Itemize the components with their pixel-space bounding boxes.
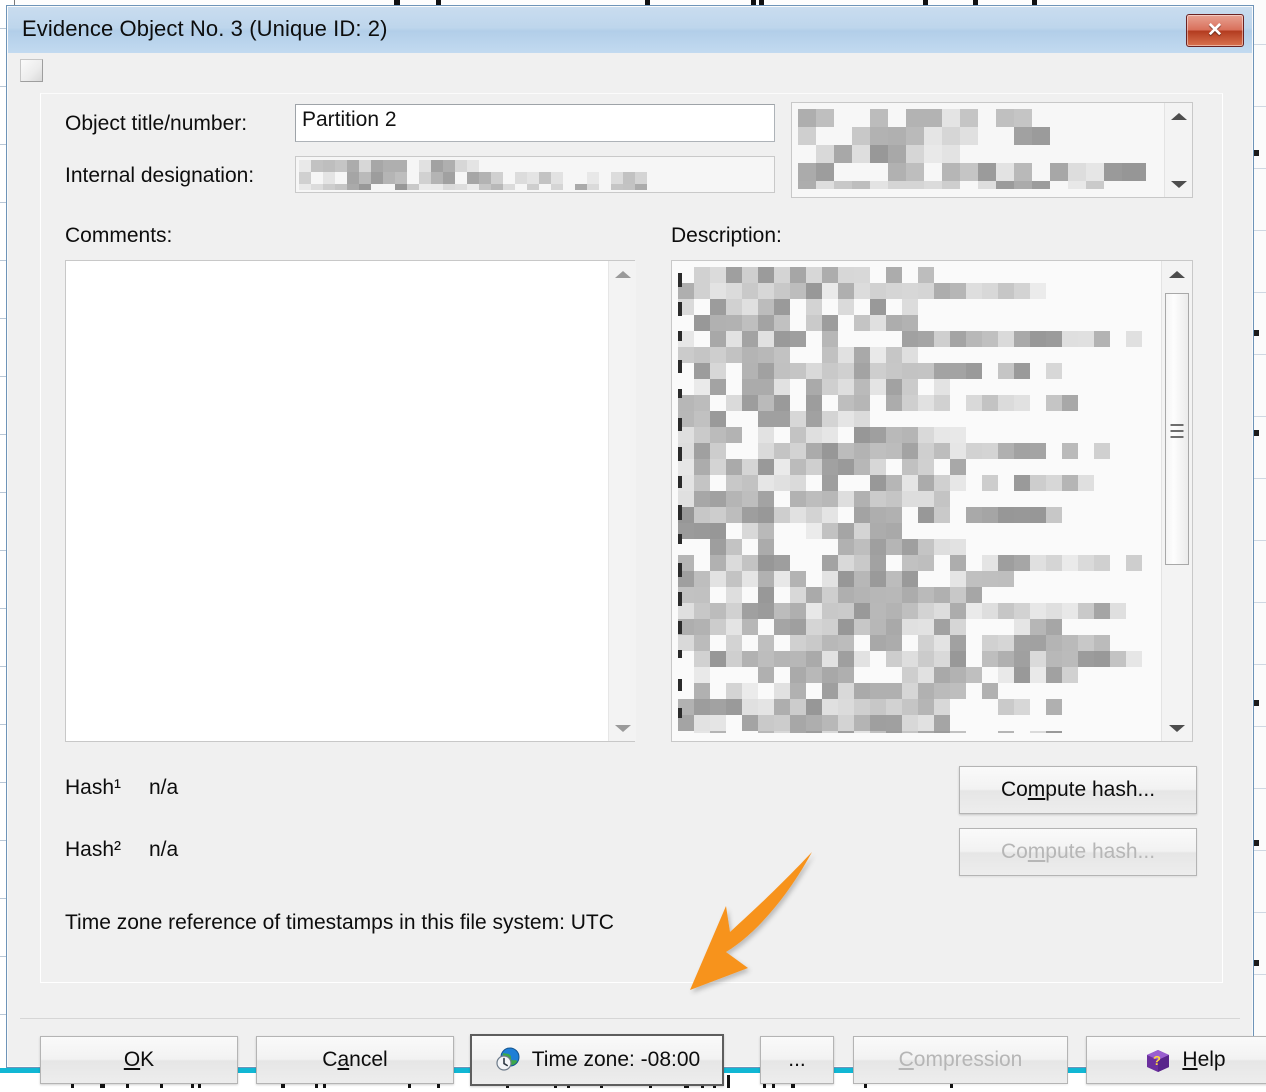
redacted-text (678, 267, 1146, 733)
timezone-reference-note: Time zone reference of timestamps in thi… (65, 911, 614, 934)
globe-clock-icon (494, 1047, 522, 1073)
dialog-client-area: Object title/number: Partition 2 Interna… (8, 53, 1266, 1086)
svg-text:?: ? (1153, 1053, 1161, 1068)
window-title: Evidence Object No. 3 (Unique ID: 2) (22, 16, 388, 41)
comments-textarea[interactable] (65, 260, 635, 742)
metadata-panel[interactable] (791, 102, 1193, 198)
hash2-label: Hash² (65, 838, 122, 861)
internal-designation-label: Internal designation: (65, 164, 255, 187)
scroll-down-button[interactable] (609, 715, 636, 741)
timezone-options-button[interactable]: ... (760, 1036, 834, 1084)
title-bar: Evidence Object No. 3 (Unique ID: 2) ✕ (8, 7, 1252, 54)
timezone-button[interactable]: Time zone: -08:00 (470, 1034, 724, 1086)
object-title-input[interactable]: Partition 2 (295, 104, 775, 142)
scroll-up-button[interactable] (609, 261, 636, 287)
close-icon: ✕ (1207, 20, 1223, 41)
compute-hash-1-label: Compute hash... (1000, 778, 1156, 801)
redacted-text (798, 109, 1146, 189)
background-right-panel (1253, 0, 1266, 1068)
grip-line (1170, 436, 1184, 438)
system-menu-button[interactable] (20, 59, 43, 82)
chevron-up-icon (614, 270, 631, 278)
redacted-text (299, 160, 773, 190)
description-scrollbar[interactable] (1161, 261, 1192, 741)
chevron-up-icon (1170, 112, 1187, 120)
hash1-value: n/a (149, 776, 179, 799)
help-book-icon: ? (1144, 1048, 1172, 1073)
hash1-label: Hash¹ (65, 776, 122, 799)
scroll-down-button[interactable] (1165, 171, 1192, 197)
evidence-object-dialog: Evidence Object No. 3 (Unique ID: 2) ✕ O… (6, 5, 1266, 1086)
metadata-scrollbar[interactable] (1164, 103, 1192, 197)
screen: Evidence Object No. 3 (Unique ID: 2) ✕ O… (0, 0, 1266, 1092)
chevron-down-icon (614, 724, 631, 732)
chevron-down-icon (1170, 180, 1187, 188)
compression-button: Compression (853, 1036, 1068, 1084)
footer-divider (20, 1018, 1240, 1019)
scroll-up-button[interactable] (1162, 261, 1192, 287)
comments-label: Comments: (65, 224, 173, 247)
ellipsis-label: ... (788, 1048, 806, 1071)
cancel-label: Cancel (322, 1048, 388, 1071)
hash2-value: n/a (149, 838, 179, 861)
object-title-label: Object title/number: (65, 112, 248, 135)
compute-hash-2-label: Compute hash... (1000, 840, 1156, 863)
scroll-up-button[interactable] (1165, 103, 1192, 129)
timezone-label: Time zone: -08:00 (531, 1048, 701, 1071)
grip-line (1170, 424, 1184, 426)
comments-scrollbar[interactable] (608, 261, 636, 741)
ok-label: OK (123, 1048, 155, 1071)
ok-button[interactable]: OK (40, 1036, 238, 1084)
internal-designation-input[interactable] (295, 156, 775, 193)
help-label: Help (1182, 1048, 1226, 1071)
scroll-down-button[interactable] (1162, 715, 1192, 741)
compute-hash-1-button[interactable]: Compute hash... (959, 766, 1197, 814)
help-button[interactable]: ? Help (1086, 1036, 1266, 1084)
compression-label: Compression (898, 1048, 1023, 1071)
grip-line (1170, 430, 1184, 432)
chevron-down-icon (1169, 724, 1185, 732)
cancel-button[interactable]: Cancel (256, 1036, 454, 1084)
scrollbar-thumb[interactable] (1165, 293, 1189, 565)
compute-hash-2-button: Compute hash... (959, 828, 1197, 876)
close-button[interactable]: ✕ (1186, 14, 1244, 47)
description-label: Description: (671, 224, 782, 247)
chevron-up-icon (1169, 270, 1185, 278)
description-textarea[interactable] (671, 260, 1193, 742)
details-group-panel: Object title/number: Partition 2 Interna… (40, 93, 1223, 983)
